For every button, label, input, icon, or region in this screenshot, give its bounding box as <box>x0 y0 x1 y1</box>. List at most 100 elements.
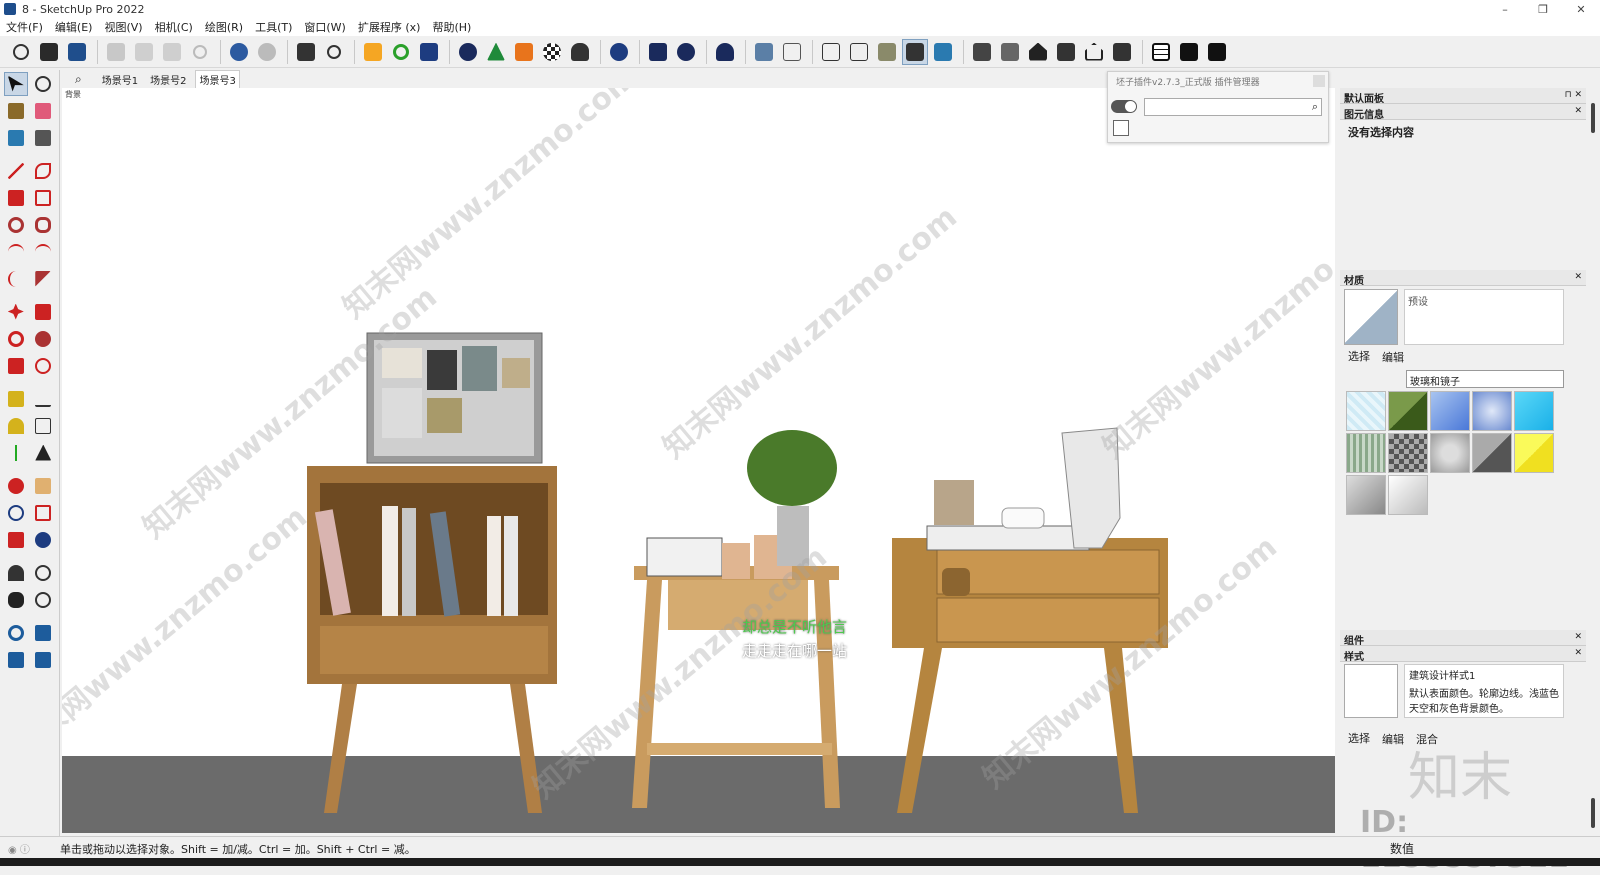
materials-header[interactable]: 材质 ✕ <box>1340 270 1586 287</box>
view-top-button[interactable] <box>997 39 1023 65</box>
scene-tab-3[interactable]: 场景号3 <box>195 70 240 88</box>
entity-info-header[interactable]: 图元信息 ✕ <box>1340 104 1586 121</box>
menu-camera[interactable]: 相机(C) <box>155 19 193 35</box>
rectangle-tool[interactable] <box>4 186 28 210</box>
minimize-button[interactable]: – <box>1486 0 1524 18</box>
material-swatch[interactable] <box>1346 475 1386 515</box>
material-swatch[interactable] <box>1430 433 1470 473</box>
material-swatch[interactable] <box>1472 391 1512 431</box>
style-xray-button[interactable] <box>751 39 777 65</box>
undo-button[interactable] <box>226 39 252 65</box>
copy-button[interactable] <box>131 39 157 65</box>
user-icon[interactable] <box>712 39 738 65</box>
gear-icon[interactable] <box>606 39 632 65</box>
offset-tool[interactable] <box>32 354 56 378</box>
save-button[interactable] <box>64 39 90 65</box>
scene-search-icon[interactable]: ⌕ <box>72 71 85 88</box>
protractor-tool[interactable] <box>4 414 28 438</box>
cut-button[interactable] <box>103 39 129 65</box>
scene-tab-2[interactable]: 场景号2 <box>147 71 189 88</box>
print-button[interactable] <box>293 39 319 65</box>
menu-view[interactable]: 视图(V) <box>104 19 142 35</box>
freehand-tool[interactable] <box>32 159 56 183</box>
sandbox-from-scratch-tool[interactable] <box>32 621 56 645</box>
orbit-view-tool[interactable] <box>4 474 28 498</box>
close-icon[interactable]: ✕ <box>1574 106 1582 116</box>
menu-extensions[interactable]: 扩展程序 (x) <box>358 19 421 35</box>
open-file-button[interactable] <box>36 39 62 65</box>
refresh-icon[interactable] <box>388 39 414 65</box>
previous-view-tool[interactable] <box>32 528 56 552</box>
eraser-tool[interactable] <box>32 99 56 123</box>
plugin-toggle[interactable] <box>1111 100 1137 113</box>
menu-edit[interactable]: 编辑(E) <box>55 19 93 35</box>
close-icon[interactable]: ✕ <box>1574 648 1582 658</box>
axes-tool[interactable] <box>4 441 28 465</box>
grid-icon[interactable] <box>1148 39 1174 65</box>
cloud-upload-icon[interactable] <box>567 39 593 65</box>
menu-window[interactable]: 窗口(W) <box>304 19 345 35</box>
close-icon[interactable]: ✕ <box>1574 632 1582 642</box>
view-iso-button[interactable] <box>969 39 995 65</box>
material-swatch[interactable] <box>1514 391 1554 431</box>
three-point-arc-tool[interactable] <box>4 267 28 291</box>
new-file-button[interactable] <box>8 39 34 65</box>
styles-tab-select[interactable]: 选择 <box>1348 730 1370 746</box>
walk-tool[interactable] <box>4 588 28 612</box>
pin-icon[interactable]: ⊓ ✕ <box>1565 90 1582 100</box>
view-front-button[interactable] <box>1025 39 1051 65</box>
tree-icon[interactable] <box>483 39 509 65</box>
material-swatch[interactable] <box>1388 391 1428 431</box>
menu-tools[interactable]: 工具(T) <box>255 19 292 35</box>
tray-scrollbar[interactable] <box>1587 88 1600 833</box>
search-icon[interactable]: ⌕ <box>1312 100 1318 114</box>
view-back-button[interactable] <box>1081 39 1107 65</box>
info-icon[interactable] <box>673 39 699 65</box>
style-color-button[interactable] <box>930 39 956 65</box>
zoom-tool[interactable] <box>4 501 28 525</box>
mail-icon[interactable] <box>645 39 671 65</box>
style-hidden-line-button[interactable] <box>818 39 844 65</box>
material-swatch[interactable] <box>1346 433 1386 473</box>
styles-tab-edit[interactable]: 编辑 <box>1382 731 1404 747</box>
brush-icon[interactable] <box>1113 120 1129 136</box>
polygon-tool[interactable] <box>32 213 56 237</box>
plugin-button-2[interactable] <box>416 39 442 65</box>
checker-icon[interactable] <box>539 39 565 65</box>
material-swatch[interactable] <box>1346 391 1386 431</box>
style-monochrome-button[interactable] <box>902 38 928 65</box>
scale-tool[interactable] <box>4 354 28 378</box>
pie-tool[interactable] <box>32 267 56 291</box>
pan-tool[interactable] <box>32 474 56 498</box>
arc-tool[interactable] <box>4 240 28 264</box>
style-textured-button[interactable] <box>874 39 900 65</box>
rotated-rectangle-tool[interactable] <box>32 186 56 210</box>
paint-bucket-tool[interactable] <box>4 99 28 123</box>
scene-tab-1[interactable]: 场景号1 <box>99 71 141 88</box>
view-left-button[interactable] <box>1109 39 1135 65</box>
menu-help[interactable]: 帮助(H) <box>432 19 471 35</box>
move-tool[interactable] <box>4 300 28 324</box>
materials-tab-select[interactable]: 选择 <box>1348 348 1370 364</box>
make-component-tool[interactable] <box>4 126 28 150</box>
material-library-select[interactable]: 玻璃和镜子 <box>1406 370 1564 388</box>
two-point-arc-tool[interactable] <box>32 240 56 264</box>
text-tool[interactable] <box>32 414 56 438</box>
redo-button[interactable] <box>254 39 280 65</box>
style-wireframe-button[interactable] <box>779 39 805 65</box>
plugin-search-input[interactable]: ⌕ <box>1144 98 1322 116</box>
model-viewport[interactable]: 背景 知末网www.znzmo.com 知末网www.znzmo.com 知末网… <box>62 88 1335 833</box>
materials-tab-edit[interactable]: 编辑 <box>1382 349 1404 365</box>
zoom-extents-tool[interactable] <box>4 528 28 552</box>
menu-draw[interactable]: 绘图(R) <box>205 19 243 35</box>
dimension-tool[interactable] <box>32 387 56 411</box>
erase-button[interactable] <box>187 39 213 65</box>
material-swatch[interactable] <box>1514 433 1554 473</box>
orbit-tool[interactable] <box>32 72 55 96</box>
sandbox-from-contours-tool[interactable] <box>4 621 28 645</box>
section-plane-tool[interactable] <box>32 588 56 612</box>
material-swatch[interactable] <box>1472 433 1512 473</box>
sandbox-stamp-tool[interactable] <box>32 648 56 672</box>
push-pull-tool[interactable] <box>32 300 56 324</box>
sunset-icon[interactable] <box>511 39 537 65</box>
